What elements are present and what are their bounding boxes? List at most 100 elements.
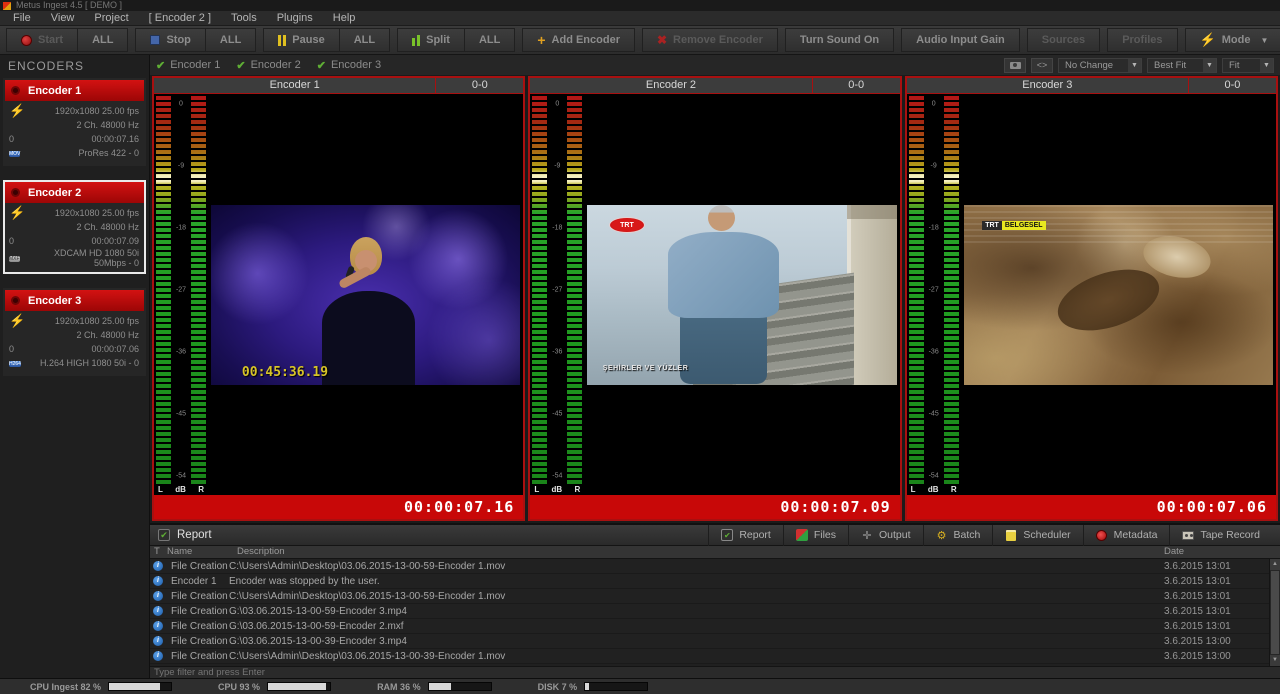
- table-row[interactable]: iFile CreationG:\03.06.2015-13-00-39-Enc…: [150, 634, 1269, 649]
- mode-button[interactable]: ⚡Mode▼: [1186, 29, 1280, 51]
- check-icon: ✔: [156, 59, 165, 72]
- disk-label: DISK 7 %: [538, 682, 578, 692]
- menu-tools[interactable]: Tools: [222, 12, 266, 24]
- menu-encoder2[interactable]: [ Encoder 2 ]: [140, 12, 220, 24]
- vu-bar-left: [532, 96, 547, 484]
- tab-files[interactable]: Files: [783, 525, 848, 546]
- ram-bar: [428, 682, 492, 691]
- encoder-panel-3[interactable]: Encoder 3 0-0 0 -9 -18 -27: [905, 76, 1278, 521]
- codec-icon: H264: [9, 361, 21, 367]
- snapshot-button[interactable]: [1004, 58, 1026, 73]
- menu-view[interactable]: View: [42, 12, 84, 24]
- table-row[interactable]: iFile CreationC:\Users\Admin\Desktop\03.…: [150, 559, 1269, 574]
- table-row[interactable]: iFile CreationG:\03.06.2015-13-00-59-Enc…: [150, 604, 1269, 619]
- trt-logo: TRT: [609, 217, 645, 233]
- tab-encoder-2[interactable]: ✔Encoder 2: [236, 59, 300, 72]
- compare-button[interactable]: <>: [1031, 58, 1053, 73]
- scroll-down-icon[interactable]: ▼: [1270, 655, 1280, 666]
- column-name[interactable]: Name: [167, 546, 237, 558]
- chevron-down-icon: ▼: [1203, 59, 1216, 72]
- db-scale-label: -18: [547, 224, 567, 231]
- tab-batch[interactable]: ⚙Batch: [923, 525, 993, 546]
- profiles-button[interactable]: Profiles: [1108, 29, 1176, 51]
- check-icon: ✔: [236, 59, 245, 72]
- table-row[interactable]: iFile CreationG:\03.06.2015-13-00-59-Enc…: [150, 619, 1269, 634]
- vulture: [1051, 258, 1168, 342]
- panel-title: Encoder 3: [907, 78, 1188, 93]
- fit-dropdown[interactable]: Fit▼: [1222, 58, 1274, 73]
- encoder-card-1[interactable]: Encoder 1 ⚡1920x1080 25.00 fps 2 Ch. 480…: [3, 78, 146, 166]
- tab-metadata[interactable]: Metadata: [1083, 525, 1170, 546]
- remove-encoder-button[interactable]: ✖Remove Encoder: [643, 29, 777, 51]
- column-description[interactable]: Description: [237, 546, 1164, 558]
- best-fit-dropdown[interactable]: Best Fit▼: [1147, 58, 1217, 73]
- tab-encoder-1[interactable]: ✔Encoder 1: [156, 59, 220, 72]
- panel-counter: 0-0: [812, 78, 900, 93]
- app-logo-icon: [3, 2, 11, 10]
- stop-button[interactable]: Stop: [136, 29, 205, 51]
- menu-help[interactable]: Help: [324, 12, 365, 24]
- panel-counter: 0-0: [435, 78, 523, 93]
- start-all-button[interactable]: ALL: [78, 29, 127, 51]
- pause-all-button[interactable]: ALL: [340, 29, 389, 51]
- man-head: [708, 205, 735, 231]
- tab-tape-record[interactable]: Tape Record: [1169, 525, 1272, 546]
- db-scale-label: -36: [924, 349, 944, 356]
- encoder-card-2[interactable]: Encoder 2 ⚡1920x1080 25.00 fps 2 Ch. 480…: [3, 180, 146, 274]
- table-row[interactable]: iEncoder 1Encoder was stopped by the use…: [150, 574, 1269, 589]
- start-button[interactable]: Start: [7, 29, 78, 51]
- menu-file[interactable]: File: [4, 12, 40, 24]
- encoder-card-3[interactable]: Encoder 3 ⚡1920x1080 25.00 fps 2 Ch. 480…: [3, 288, 146, 376]
- split-button[interactable]: Split: [398, 29, 465, 51]
- encoder-panel-2[interactable]: Encoder 2 0-0 0 -9 -18 -27: [528, 76, 901, 521]
- encoder-panel-1[interactable]: Encoder 1 0-0 0 -9 -18 -27: [152, 76, 525, 521]
- report-scrollbar[interactable]: ▲ ▼: [1269, 559, 1280, 666]
- plus-icon: +: [537, 35, 545, 45]
- tab-report[interactable]: ✔Report: [708, 525, 783, 546]
- no-change-dropdown[interactable]: No Change▼: [1058, 58, 1142, 73]
- vu-meter: 0 -9 -18 -27 -36 -45 -54 LdBR: [154, 94, 208, 495]
- start-group: Start ALL: [6, 28, 128, 52]
- scroll-up-icon[interactable]: ▲: [1270, 559, 1280, 570]
- encoder-count: 0: [9, 344, 29, 354]
- info-icon: i: [153, 561, 163, 571]
- column-date[interactable]: Date: [1164, 546, 1269, 558]
- note-icon: [1006, 530, 1016, 541]
- trt-belgesel-logo: TRT BELGESEL: [982, 221, 1045, 230]
- video-preview-3: TRT BELGESEL: [964, 205, 1273, 385]
- lightning-icon: ⚡: [9, 106, 29, 116]
- cpu-ingest-bar: [108, 682, 172, 691]
- tab-scheduler[interactable]: Scheduler: [992, 525, 1082, 546]
- record-timecode: 00:00:07.16: [154, 495, 523, 519]
- chevron-down-icon: ▼: [1128, 59, 1141, 72]
- encoder-timecode: 00:00:07.09: [29, 236, 139, 246]
- filter-input[interactable]: [150, 667, 1280, 678]
- turn-sound-on-button[interactable]: Turn Sound On: [786, 29, 893, 51]
- audio-input-gain-button[interactable]: Audio Input Gain: [902, 29, 1019, 51]
- encoder-panels: Encoder 1 0-0 0 -9 -18 -27: [150, 75, 1280, 523]
- scroll-thumb[interactable]: [1271, 571, 1279, 654]
- table-row[interactable]: iFile CreationC:\Users\Admin\Desktop\03.…: [150, 649, 1269, 664]
- title-bar: Metus Ingest 4.5 [ DEMO ]: [0, 0, 1280, 11]
- info-icon: i: [153, 651, 163, 661]
- menu-project[interactable]: Project: [85, 12, 137, 24]
- split-all-button[interactable]: ALL: [465, 29, 514, 51]
- files-icon: [796, 529, 808, 541]
- stop-all-button[interactable]: ALL: [206, 29, 255, 51]
- tab-encoder-3[interactable]: ✔Encoder 3: [317, 59, 381, 72]
- pause-button[interactable]: Pause: [264, 29, 339, 51]
- report-clipboard-icon: ✔: [158, 529, 170, 541]
- encoder-resolution: 1920x1080 25.00 fps: [29, 316, 139, 326]
- gear-icon: ⚙: [936, 529, 948, 541]
- window-title: Metus Ingest 4.5 [ DEMO ]: [16, 0, 122, 11]
- sidebar-title: ENCODERS: [0, 55, 149, 75]
- db-scale-label: -54: [547, 473, 567, 480]
- add-encoder-button[interactable]: +Add Encoder: [523, 29, 634, 51]
- table-row[interactable]: iFile CreationC:\Users\Admin\Desktop\03.…: [150, 589, 1269, 604]
- record-dot-icon: [11, 86, 20, 95]
- menu-plugins[interactable]: Plugins: [268, 12, 322, 24]
- column-type[interactable]: T: [150, 546, 167, 558]
- panel-title: Encoder 2: [530, 78, 811, 93]
- sources-button[interactable]: Sources: [1028, 29, 1099, 51]
- tab-output[interactable]: ✛Output: [848, 525, 923, 546]
